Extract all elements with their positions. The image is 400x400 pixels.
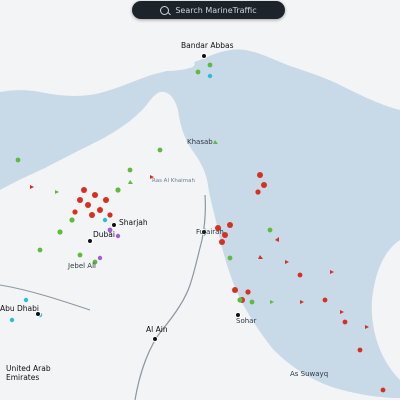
place-label-dubai[interactable]: Dubai — [93, 230, 115, 239]
search-icon — [160, 5, 170, 15]
vessel-marker — [127, 167, 133, 173]
search-label: Search MarineTraffic — [175, 5, 257, 15]
vessel-marker — [257, 172, 263, 178]
place-label-suwaiq[interactable]: As Suwayq — [290, 370, 328, 378]
place-label-uae[interactable]: United Arab Emirates — [6, 364, 70, 382]
city-dot-sharjah[interactable] — [111, 222, 117, 228]
place-label-ras-al-khaimah[interactable]: Ras Al Khaimah — [152, 178, 195, 184]
vessel-marker — [9, 317, 15, 323]
vessel-marker — [81, 187, 87, 193]
place-label-fujairah[interactable]: Fujairah — [196, 228, 224, 236]
vessel-marker — [357, 347, 363, 353]
vessel-marker — [219, 239, 225, 245]
vessel-marker — [115, 187, 121, 193]
vessel-marker — [103, 197, 109, 203]
place-label-jebel-ali[interactable]: Jebel Ali — [68, 262, 96, 270]
vessel-marker — [15, 157, 21, 163]
vessel-marker — [97, 207, 103, 213]
vessel-marker — [322, 297, 328, 303]
map-canvas[interactable] — [0, 0, 400, 400]
vessel-marker — [37, 247, 43, 253]
place-label-abu-dhabi[interactable]: Abu Dhabi — [0, 304, 39, 313]
vessel-marker — [77, 197, 83, 203]
vessel-marker — [102, 217, 108, 223]
vessel-marker — [72, 209, 78, 215]
vessel-marker — [195, 69, 201, 75]
vessel-marker — [297, 272, 303, 278]
vessel-marker — [207, 62, 213, 68]
vessel-marker — [227, 222, 233, 228]
vessel-marker — [207, 73, 213, 79]
vessel-marker — [23, 297, 29, 303]
place-label-sharjah[interactable]: Sharjah — [119, 218, 148, 227]
vessel-marker — [97, 255, 103, 261]
place-label-khasab[interactable]: Khasab — [187, 138, 213, 146]
place-label-al-ain[interactable]: Al Ain — [146, 325, 168, 334]
vessel-marker — [255, 189, 261, 195]
vessel-marker — [267, 227, 273, 233]
vessel-marker — [85, 202, 91, 208]
vessel-marker — [261, 182, 267, 188]
vessel-marker — [57, 229, 63, 235]
vessel-marker — [227, 255, 233, 261]
vessel-marker — [115, 233, 121, 239]
vessel-marker — [77, 252, 83, 258]
vessel-marker — [89, 212, 95, 218]
vessel-marker — [245, 289, 251, 295]
city-dot-al-ain[interactable] — [152, 336, 158, 342]
vessel-marker — [237, 297, 243, 303]
search-bar[interactable]: Search MarineTraffic — [132, 1, 285, 19]
place-label-sohar[interactable]: Sohar — [236, 317, 256, 325]
map-view[interactable]: Search MarineTraffic Bandar Abbas Khasab… — [0, 0, 400, 400]
vessel-marker — [107, 212, 113, 218]
vessel-marker — [232, 287, 238, 293]
vessel-marker — [342, 319, 348, 325]
vessel-marker — [69, 217, 75, 223]
city-dot-bandar-abbas[interactable] — [201, 53, 207, 59]
vessel-marker — [249, 299, 255, 305]
vessel-marker — [92, 192, 98, 198]
vessel-marker — [157, 147, 163, 153]
place-label-bandar-abbas[interactable]: Bandar Abbas — [181, 41, 233, 50]
vessel-marker — [380, 387, 386, 393]
